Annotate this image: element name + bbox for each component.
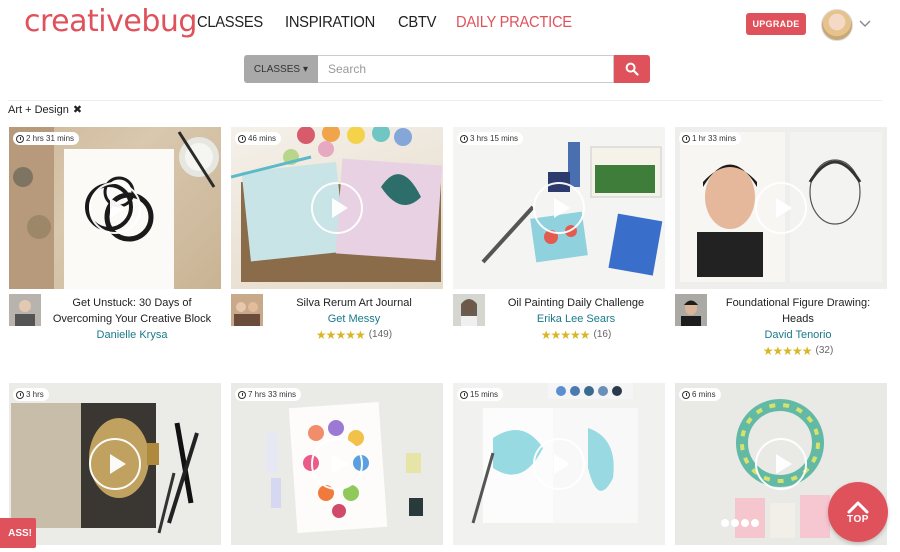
main-nav: CLASSES INSPIRATION CBTV DAILY PRACTICE	[197, 14, 598, 32]
class-rating: ★★★★★ (149)	[265, 327, 443, 343]
class-info: Oil Painting Daily Challenge Erika Lee S…	[487, 295, 665, 343]
instructor-avatar[interactable]	[675, 294, 707, 326]
class-card[interactable]: 3 hrs 15 mins Oil Painting Daily Challen…	[453, 127, 665, 354]
class-info: Get Unstuck: 30 Days of Overcoming Your …	[43, 295, 221, 343]
duration-badge: 46 mins	[235, 132, 282, 145]
class-rating: ★★★★★ (16)	[487, 327, 665, 343]
clock-icon	[238, 134, 246, 143]
category-select-label: CLASSES	[253, 63, 301, 75]
duration-badge: 2 hrs 31 mins	[13, 132, 80, 145]
clock-icon	[16, 390, 24, 399]
search-input[interactable]	[318, 55, 614, 83]
duration-badge: 3 hrs 15 mins	[457, 132, 524, 145]
duration-badge: 15 mins	[457, 388, 504, 401]
class-card[interactable]: 7 hrs 33 mins	[231, 383, 443, 545]
star-rating-icon: ★★★★★	[540, 328, 591, 342]
user-avatar[interactable]	[821, 9, 853, 41]
play-icon[interactable]	[311, 182, 363, 234]
class-meta: Get Unstuck: 30 Days of Overcoming Your …	[9, 294, 221, 354]
caret-down-icon: ▾	[303, 63, 309, 75]
duration-badge: 6 mins	[679, 388, 721, 401]
back-to-top-label: TOP	[847, 513, 869, 525]
class-card[interactable]: 3 hrs	[9, 383, 221, 545]
class-thumbnail[interactable]: 2 hrs 31 mins	[9, 127, 221, 289]
class-card[interactable]: 1 hr 33 mins Foundational Figure Drawing…	[675, 127, 887, 358]
class-title[interactable]: Oil Painting Daily Challenge	[487, 295, 665, 311]
class-author[interactable]: Get Messy	[265, 311, 443, 327]
category-select[interactable]: CLASSES ▾	[244, 55, 318, 83]
star-rating-icon: ★★★★★	[762, 344, 813, 358]
creativebug-logo[interactable]: creativebug	[24, 4, 197, 39]
class-author[interactable]: David Tenorio	[709, 327, 887, 343]
clock-icon	[460, 134, 468, 143]
active-filter: Art + Design ✖	[8, 103, 82, 117]
filter-label: Art + Design	[8, 103, 69, 116]
class-thumbnail[interactable]: 15 mins	[453, 383, 665, 545]
class-thumbnail[interactable]: 7 hrs 33 mins	[231, 383, 443, 545]
search-icon	[625, 62, 639, 76]
class-author[interactable]: Danielle Krysa	[43, 327, 221, 343]
class-thumbnail[interactable]: 3 hrs	[9, 383, 221, 545]
pass-promo-badge[interactable]: ASS!	[0, 518, 36, 548]
play-icon[interactable]	[311, 438, 363, 490]
play-icon[interactable]	[89, 182, 141, 234]
clock-icon	[682, 134, 690, 143]
instructor-avatar[interactable]	[453, 294, 485, 326]
chevron-up-icon	[847, 501, 869, 513]
duration-badge: 1 hr 33 mins	[679, 132, 742, 145]
class-thumbnail[interactable]: 1 hr 33 mins	[675, 127, 887, 289]
class-info: Foundational Figure Drawing: Heads David…	[709, 295, 887, 359]
play-icon[interactable]	[755, 182, 807, 234]
class-title[interactable]: Foundational Figure Drawing: Heads	[709, 295, 887, 327]
class-card[interactable]: 2 hrs 31 mins Get Unstuck: 30 Days of Ov…	[9, 127, 221, 354]
nav-classes[interactable]: CLASSES	[197, 14, 263, 32]
instructor-avatar[interactable]	[231, 294, 263, 326]
class-meta: Oil Painting Daily Challenge Erika Lee S…	[453, 294, 665, 354]
play-icon[interactable]	[89, 438, 141, 490]
clock-icon	[238, 390, 246, 399]
search-bar: CLASSES ▾	[244, 55, 650, 83]
star-rating-icon: ★★★★★	[315, 328, 366, 342]
class-card[interactable]: 46 mins Silva Rerum Art Journal Get Mess…	[231, 127, 443, 354]
class-meta: Foundational Figure Drawing: Heads David…	[675, 294, 887, 358]
clock-icon	[460, 390, 468, 399]
search-button[interactable]	[614, 55, 650, 83]
class-thumbnail[interactable]: 3 hrs 15 mins	[453, 127, 665, 289]
class-title[interactable]: Silva Rerum Art Journal	[265, 295, 443, 311]
duration-badge: 7 hrs 33 mins	[235, 388, 302, 401]
nav-cbtv[interactable]: CBTV	[398, 14, 436, 32]
instructor-avatar[interactable]	[9, 294, 41, 326]
clock-icon	[682, 390, 690, 399]
duration-badge: 3 hrs	[13, 388, 49, 401]
class-card[interactable]: 15 mins	[453, 383, 665, 545]
chevron-down-icon[interactable]	[859, 17, 871, 31]
rating-count: (32)	[815, 345, 834, 356]
rating-count: (16)	[593, 329, 612, 340]
clock-icon	[16, 134, 24, 143]
class-rating: ★★★★★ (32)	[709, 343, 887, 359]
back-to-top-button[interactable]: TOP	[828, 482, 888, 542]
remove-filter-icon[interactable]: ✖	[73, 103, 82, 116]
play-icon[interactable]	[533, 182, 585, 234]
class-thumbnail[interactable]: 46 mins	[231, 127, 443, 289]
divider	[8, 100, 882, 101]
class-author[interactable]: Erika Lee Sears	[487, 311, 665, 327]
nav-daily-practice[interactable]: DAILY PRACTICE	[456, 14, 572, 32]
play-icon[interactable]	[533, 438, 585, 490]
play-icon[interactable]	[755, 438, 807, 490]
nav-inspiration[interactable]: INSPIRATION	[285, 14, 375, 32]
upgrade-button[interactable]: UPGRADE	[746, 13, 806, 35]
rating-count: (149)	[368, 329, 393, 340]
class-info: Silva Rerum Art Journal Get Messy ★★★★★(…	[265, 295, 443, 343]
class-meta: Silva Rerum Art Journal Get Messy ★★★★★(…	[231, 294, 443, 354]
class-title[interactable]: Get Unstuck: 30 Days of Overcoming Your …	[43, 295, 221, 327]
